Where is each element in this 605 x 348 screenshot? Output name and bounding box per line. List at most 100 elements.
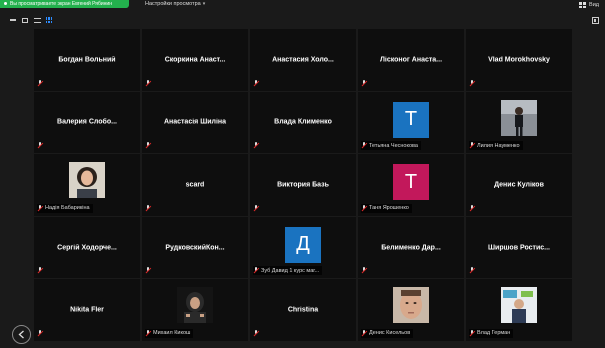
mic-muted-icon [253,267,259,274]
view-settings-label: Настройки просмотра [145,1,201,7]
mic-muted-icon [37,142,43,149]
participant-gallery: Богдан Вольний Скоркина Анаст... Анастасия… [34,29,572,347]
participant-tile[interactable]: Скоркина Анаст... [142,29,248,91]
participant-caption [361,79,370,88]
participant-caption: Денис Кисельов [361,328,414,338]
mic-muted-icon [469,329,475,337]
participant-name: Денис Куліков [494,181,544,189]
participant-tile[interactable]: T Таня Ярошенко [358,154,464,216]
participant-video [501,99,537,136]
mic-muted-icon [469,79,475,87]
participant-name: Скоркина Анаст... [164,56,226,64]
caption-name: Тетьяна Чеснокова [369,142,418,149]
participant-tile[interactable]: Анастасія Шиліна [142,91,248,154]
chevron-left-icon [18,330,24,339]
participant-tile[interactable]: Денис Куліков [466,154,572,216]
mic-muted-icon [253,142,259,149]
mic-muted-icon [361,329,367,337]
mic-muted-icon [361,142,367,149]
participant-tile[interactable]: T Тетьяна Чеснокова [358,91,464,154]
mic-muted-icon [37,329,43,337]
participant-caption [37,329,46,338]
participant-caption: Зуб Давид 1 курс маг... [253,266,323,276]
sidebar-toggle-icon[interactable] [592,17,599,24]
participant-name: Сергій Ходорче... [57,244,117,252]
participant-name: Vlad Morokhovsky [488,56,550,64]
mic-muted-icon [145,329,151,337]
view-grid-icon [579,2,587,8]
participant-tile[interactable]: Nikita Fler [34,279,140,341]
participant-tile[interactable]: Д Зуб Давид 1 курс маг... [250,216,356,279]
mic-muted-icon [37,267,43,274]
mic-muted-icon [145,204,151,212]
minimize-layout-button[interactable] [9,17,17,23]
participant-tile[interactable]: Белименко Дар... [358,216,464,279]
share-banner-text: Вы просматриваете экран Евгений Рябинин [10,1,112,7]
mic-muted-icon [361,79,367,87]
participant-avatar: T [393,164,429,201]
view-settings-menu[interactable]: Настройки просмотра ▾ [145,0,205,8]
participant-tile[interactable]: Лісконог Анаста... [358,29,464,91]
mic-muted-icon [37,204,43,212]
participant-name: scard [185,181,205,189]
screen-share-banner: Вы просматриваете экран Евгений Рябинин [0,0,129,8]
mic-muted-icon [37,79,43,87]
gallery-layout-button[interactable] [45,17,53,23]
mic-muted-icon [253,204,259,212]
participant-tile[interactable]: Влада Клименко [250,91,356,154]
gallery-grid-icon [45,17,53,23]
participant-caption [37,266,46,275]
single-layout-button[interactable] [21,17,29,23]
participant-tile[interactable]: Лилия Науменко [466,91,572,154]
participant-name: Богдан Вольний [58,56,116,64]
view-button-label: Вид [589,2,599,8]
strip-layout-button[interactable] [33,17,41,23]
participant-tile[interactable]: Влад Герман [466,279,572,341]
previous-page-button[interactable] [12,325,31,344]
participant-video [177,287,213,324]
participant-tile[interactable]: Анастасия Холо... [250,29,356,91]
participant-name: Виктория Базь [277,181,329,189]
participant-name: Влада Клименко [274,118,332,126]
participant-tile[interactable]: Михаил Кикош [142,279,248,341]
mic-muted-icon [253,329,259,337]
participant-caption [469,204,478,213]
participant-tile[interactable]: Ширшов Ростис... [466,216,572,279]
view-button[interactable]: Вид [579,2,599,8]
participant-tile[interactable]: Денис Кисельов [358,279,464,341]
participant-caption: Лилия Науменко [469,141,523,151]
participant-caption [469,79,478,88]
participant-video [393,287,429,324]
participant-tile[interactable]: Богдан Вольний [34,29,140,91]
participant-tile[interactable]: РудковскийКон... [142,216,248,279]
share-dot-icon [4,2,7,6]
mic-muted-icon [145,267,151,274]
caption-name: Зуб Давид 1 курс маг... [261,267,320,274]
participant-caption [253,79,262,88]
participant-tile[interactable]: Виктория Базь [250,154,356,216]
participant-tile[interactable]: Vlad Morokhovsky [466,29,572,91]
participant-name: Анастасія Шиліна [163,118,227,126]
participant-caption [145,79,154,88]
participant-tile[interactable]: Сергій Ходорче... [34,216,140,279]
participant-tile[interactable]: Надія Бабарикіна [34,154,140,216]
participant-caption [145,204,154,213]
participant-name: Nikita Fler [70,306,104,314]
minimize-icon [10,19,16,21]
mic-muted-icon [361,204,367,212]
participant-name: Анастасия Холо... [272,56,334,64]
participant-caption [37,79,46,88]
participant-tile[interactable]: Christina [250,279,356,341]
participant-name: Валерия Слобо... [57,118,117,126]
participant-video [69,162,105,199]
participant-name: Лісконог Анаста... [379,56,443,64]
participant-avatar: Д [285,226,321,263]
participant-tile[interactable]: scard [142,154,248,216]
participant-caption [253,329,262,338]
participant-name: Белименко Дар... [381,244,441,252]
caption-name: Михаил Кикош [153,330,191,337]
caption-name: Лилия Науменко [477,142,520,149]
participant-caption [145,141,154,150]
participant-caption [469,266,478,275]
participant-tile[interactable]: Валерия Слобо... [34,91,140,154]
